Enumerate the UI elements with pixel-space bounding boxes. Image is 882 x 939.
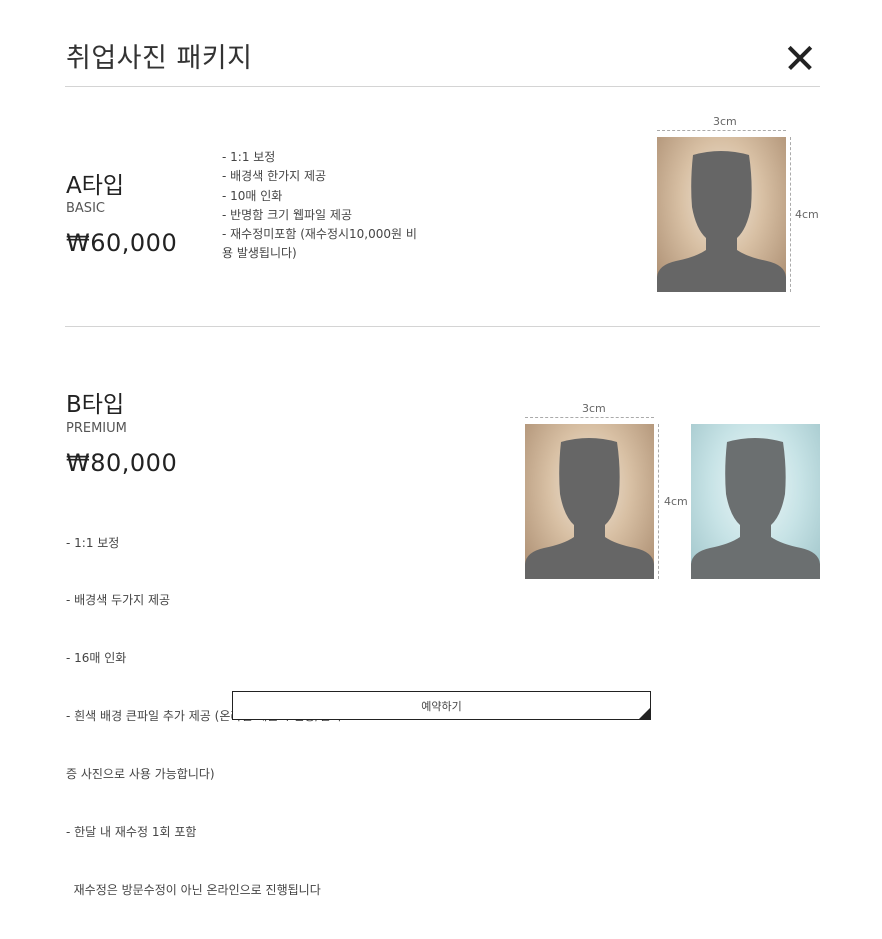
package-b-price: ₩80,000	[66, 449, 178, 477]
package-a-price: ₩60,000	[66, 229, 178, 257]
reserve-button[interactable]: 예약하기	[232, 691, 651, 720]
height-dimension-label: 4cm	[795, 208, 819, 221]
feature-item: - 1:1 보정	[66, 535, 120, 550]
feature-item: - 배경색 한가지 제공	[222, 169, 327, 184]
feature-item: - 한달 내 재수정 1회 포함	[66, 825, 197, 840]
height-dimension-line	[790, 137, 791, 292]
width-dimension-label: 3cm	[713, 115, 737, 128]
section-divider	[65, 326, 820, 327]
feature-item: - 10매 인화	[222, 188, 283, 203]
person-silhouette-icon	[525, 438, 654, 579]
height-dimension-line	[658, 424, 659, 579]
sample-photo-beige	[657, 137, 786, 292]
header-divider	[65, 86, 820, 87]
height-dimension-label: 4cm	[664, 495, 688, 508]
width-dimension-label: 3cm	[582, 402, 606, 415]
sample-photo-light-blue	[691, 424, 820, 579]
package-b-tier: PREMIUM	[66, 421, 127, 436]
feature-item: 용 발생됩니다)	[222, 246, 297, 261]
person-silhouette-icon	[691, 438, 820, 579]
package-b-name: B타입	[66, 392, 125, 418]
close-icon[interactable]	[787, 45, 813, 71]
package-a-name: A타입	[66, 173, 125, 199]
sample-photo-beige	[525, 424, 654, 579]
package-a-features: - 1:1 보정 - 배경색 한가지 제공 - 10매 인화 - 반명함 크기 …	[222, 148, 417, 264]
package-a-tier: BASIC	[66, 201, 105, 216]
width-dimension-line	[657, 130, 786, 131]
feature-item: - 반명함 크기 웹파일 제공	[222, 207, 352, 222]
corner-triangle-icon	[638, 707, 651, 720]
feature-item: 증 사진으로 사용 가능합니다)	[66, 767, 215, 782]
feature-item: 재수정은 방문수정이 아닌 온라인으로 진행됩니다	[66, 882, 321, 897]
reserve-button-label: 예약하기	[421, 699, 462, 713]
person-silhouette-icon	[657, 151, 786, 292]
modal-title: 취업사진 패키지	[66, 43, 253, 74]
feature-item: - 재수정미포함 (재수정시10,000원 비	[222, 227, 417, 242]
feature-item: - 1:1 보정	[222, 150, 276, 164]
width-dimension-line	[525, 417, 654, 418]
feature-item: - 16매 인화	[66, 651, 127, 666]
feature-item: - 배경색 두가지 제공	[66, 593, 171, 608]
